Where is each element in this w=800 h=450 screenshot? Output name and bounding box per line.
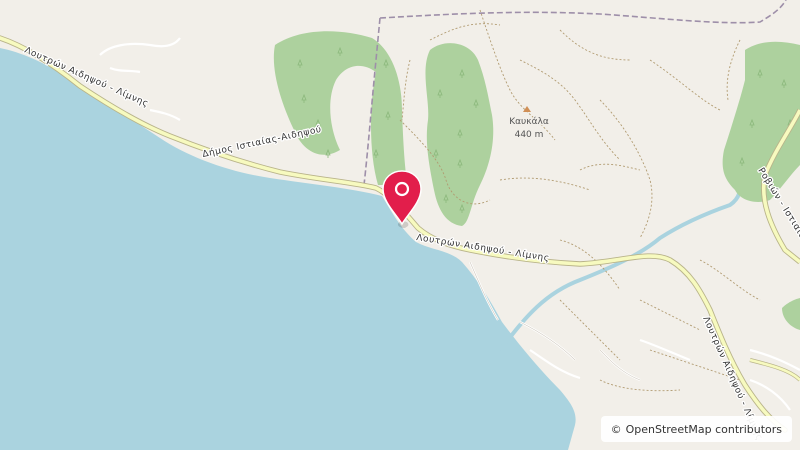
peak-elevation: 440 m bbox=[515, 130, 544, 140]
attribution-link[interactable]: OpenStreetMap contributors bbox=[626, 423, 782, 436]
map-view[interactable]: Λουτρών Αιδηψού - Λίμνης Δήμος Ιστιαίας-… bbox=[0, 0, 800, 450]
copyright-symbol: © bbox=[610, 422, 622, 436]
map-attribution: © OpenStreetMap contributors bbox=[600, 416, 792, 442]
peak-name: Καυκάλα bbox=[509, 117, 549, 127]
map-canvas[interactable]: Λουτρών Αιδηψού - Λίμνης Δήμος Ιστιαίας-… bbox=[0, 0, 800, 450]
